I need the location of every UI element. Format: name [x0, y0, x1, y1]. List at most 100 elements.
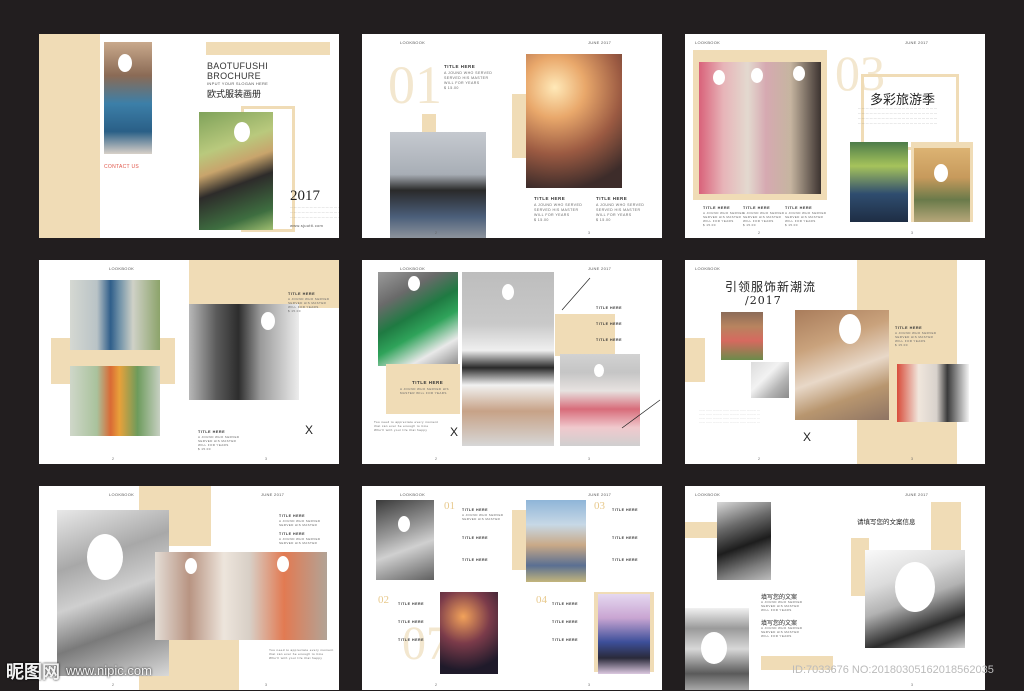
lookbook-label: LOOKBOOK [400, 266, 426, 271]
num-03: 03 [594, 500, 605, 512]
spread-7: LOOKBOOK JUNE 2017 TITLE HERE A JOUND WH… [39, 486, 339, 690]
cover-website[interactable]: www.sjuutti.com [290, 223, 323, 228]
body-text: A JOUND WHO SERVED SERVED HIS MASTER WIL… [534, 203, 583, 222]
watermark-url[interactable]: www.nipic.com [66, 663, 152, 678]
num-04: 04 [536, 594, 547, 606]
page-number: 3 [588, 683, 590, 687]
title-here: TITLE HERE [552, 638, 578, 642]
photo-model-green-scarf [378, 272, 458, 366]
photo-model-field-jeans [526, 500, 586, 582]
page-number: 2 [435, 231, 437, 235]
body-text: A JOUND WHO SERVED SERVED HIS MASTER WIL… [596, 203, 645, 222]
page-number: 3 [588, 457, 590, 461]
x-mark: X [803, 430, 812, 444]
face-mask [118, 54, 132, 72]
cover-year: 2017 [290, 188, 320, 204]
spread-8: LOOKBOOK JUNE 2017 07 01 TITLE HERE A JO… [362, 486, 662, 690]
photo-bw-model-hat [376, 500, 434, 580]
june-label: JUNE 2017 [905, 492, 929, 497]
photo-model-desk [897, 364, 969, 422]
page-number: 2 [112, 457, 114, 461]
photo-bw-floral-hair [57, 510, 169, 676]
spread-cover: CONTACT US BAOTUFUSHI BROCHURE INPUT YOU… [39, 34, 339, 238]
face-mask [502, 284, 514, 300]
title-here: TITLE HERE [198, 430, 226, 434]
num-02: 02 [378, 594, 389, 606]
title-here: TITLE HERE [444, 64, 476, 69]
slogan: INPUT YOUR SLOGAN HERE [207, 81, 269, 86]
lookbook-label: LOOKBOOK [695, 266, 721, 271]
face-mask [408, 276, 420, 291]
june-label: JUNE 2017 [905, 40, 929, 45]
contact-us[interactable]: CONTACT US [104, 164, 139, 170]
photo-model-red [721, 312, 763, 360]
page-number: 3 [911, 683, 913, 687]
title-here: TITLE HERE [895, 326, 923, 330]
body-paragraph: ……………………………………………… ……………………………………………… ……… [699, 408, 761, 424]
watermark-logo: 昵图网 [6, 662, 60, 683]
body-text: A JOUND WHO SERVED SERVED HIS MASTER [462, 513, 504, 521]
page-number: 3 [588, 231, 590, 235]
body-text: A JOUND WHO SERVED SERVED HIS MASTER WIL… [444, 71, 493, 90]
title-here: TITLE HERE [612, 508, 638, 512]
cover-body-text: ……………………………………… ……………………………………… ……………………… [290, 205, 339, 219]
title-here: TITLE HERE [398, 602, 424, 606]
title-here: TITLE HERE [552, 620, 578, 624]
photo-model-sunset [526, 54, 622, 188]
photo-model-long-hair [795, 310, 889, 420]
title-here: TITLE HERE [279, 532, 305, 536]
body-text: A JOUND WHO SERVED SERVED HIS MASTER WIL… [703, 211, 745, 227]
face-mask [701, 632, 727, 664]
face-mask [934, 164, 948, 182]
title-here: TITLE HERE [279, 514, 305, 518]
photo-model-pink-purple [598, 594, 650, 674]
body-text: A JOUND WHO SERVED SERVED HIS MASTER WIL… [895, 331, 937, 347]
title-here: TITLE HERE [462, 508, 488, 512]
title-here: TITLE HERE [596, 196, 628, 201]
photo-model-scarf-blue [70, 280, 160, 350]
lookbook-label: LOOKBOOK [695, 492, 721, 497]
x-mark: X [450, 425, 459, 439]
spread-2: LOOKBOOK JUNE 2017 01 TITLE HERE A JOUND… [362, 34, 662, 238]
title-here: TITLE HERE [288, 292, 316, 296]
face-mask [793, 66, 805, 81]
title-here: TITLE HERE [612, 558, 638, 562]
title-here: TITLE HERE [398, 620, 424, 624]
spread-6: LOOKBOOK JUNE 2017 引领服饰新潮流 /2017 TITLE H… [685, 260, 985, 464]
photo-model-night-city [440, 592, 498, 674]
june-label: JUNE 2017 [588, 40, 612, 45]
lookbook-label: LOOKBOOK [109, 492, 135, 497]
photo-bw-couple [189, 304, 299, 400]
face-mask [87, 534, 123, 580]
body-paragraph: Too need to appreciate every moment that… [374, 420, 439, 432]
cover-title-cn: 欧式服装画册 [207, 90, 262, 100]
page-number: 2 [435, 457, 437, 461]
june-label: JUNE 2017 [261, 492, 285, 497]
face-mask [185, 558, 197, 574]
lookbook-label: LOOKBOOK [695, 40, 721, 45]
page-number: 3 [265, 683, 267, 687]
body-text: A JOUND WHO SERVED SERVED HIS MASTER WIL… [288, 297, 330, 313]
watermark-id: ID:7033676 NO:20180305162018562035 [792, 664, 994, 676]
face-mask [398, 516, 410, 532]
title-here: TITLE HERE [612, 536, 638, 540]
photo-bw-model-profile [865, 550, 965, 648]
title-here-block: TITLE HERE [412, 380, 444, 385]
spread-3: LOOKBOOK JUNE 2017 03 多彩旅游季 ………………………………… [685, 34, 985, 238]
spread-9: LOOKBOOK JUNE 2017 请填写您的文案信息 填写您的文案 A JO… [685, 486, 985, 690]
photo-model-leaf [850, 142, 908, 222]
face-mask [261, 312, 275, 330]
title-here: TITLE HERE [785, 206, 813, 210]
title-here: TITLE HERE [552, 602, 578, 606]
title-here: TITLE HERE [462, 536, 488, 540]
page-number: 2 [435, 683, 437, 687]
page-number: 3 [911, 457, 913, 461]
page-number: 2 [112, 683, 114, 687]
body-text: A JOUND WHO SERVED SERVED HIS MASTER WIL… [743, 211, 785, 227]
title-here: TITLE HERE [462, 558, 488, 562]
title-here: TITLE HERE [534, 196, 566, 201]
brand-line2: BROCHURE [207, 71, 261, 81]
decorative-line [561, 277, 661, 429]
spread6-heading-line1: 引领服饰新潮流 [725, 280, 817, 294]
photo-model-blue-dress [104, 42, 152, 154]
